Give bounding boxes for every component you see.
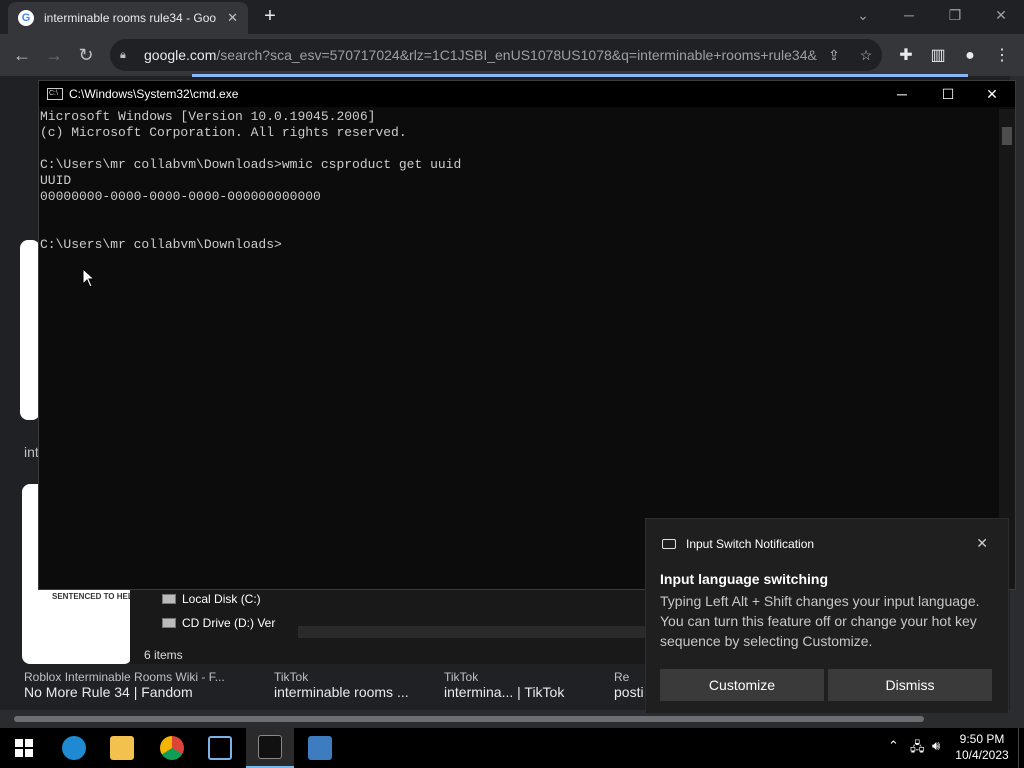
cmd-window[interactable]: C:\ C:\Windows\System32\cmd.exe ─ ☐ ✕ Mi… [38, 80, 1016, 590]
result-item[interactable]: TikTok interminable rooms ... [274, 670, 409, 700]
mouse-pointer-icon [82, 268, 94, 288]
cmd-close-button[interactable]: ✕ [969, 81, 1015, 107]
new-tab-button[interactable]: + [258, 4, 282, 28]
result-item[interactable]: Roblox Interminable Rooms Wiki - F... No… [24, 670, 225, 700]
drive-label: CD Drive (D:) Ver [182, 616, 276, 630]
toast-header: Input Switch Notification [662, 537, 814, 551]
result-source: Re [614, 670, 630, 684]
chrome-taskbar-button[interactable] [148, 728, 196, 768]
url-domain: google.com [144, 47, 217, 63]
menu-icon[interactable]: ⋮ [990, 44, 1014, 68]
tab-close-icon[interactable]: ✕ [227, 10, 238, 26]
toast-close-icon[interactable]: ✕ [976, 535, 988, 552]
cmd-title: C:\Windows\System32\cmd.exe [69, 87, 239, 101]
scrollbar-thumb[interactable] [14, 716, 924, 722]
star-icon[interactable]: ☆ [850, 47, 882, 64]
close-window-button[interactable]: ✕ [978, 0, 1024, 30]
explorer-hscrollbar[interactable] [298, 626, 646, 638]
result-source: TikTok [444, 670, 479, 684]
result-source: Roblox Interminable Rooms Wiki - F... [24, 670, 225, 684]
result-item[interactable]: TikTok intermina... | TikTok [444, 670, 564, 700]
drive-item[interactable]: CD Drive (D:) Ver [162, 616, 275, 630]
result-source: TikTok [274, 670, 309, 684]
edge-taskbar-button[interactable] [50, 728, 98, 768]
windows-logo-icon [15, 739, 33, 757]
google-favicon-icon: G [18, 10, 34, 26]
lock-icon[interactable]: 🔒︎ [120, 49, 134, 62]
address-bar[interactable]: 🔒︎ google.com/search?sca_esv=570717024&r… [110, 39, 882, 71]
reload-icon[interactable]: ↻ [73, 42, 99, 68]
folder-icon [110, 736, 134, 760]
load-progress-bar [192, 74, 968, 77]
result-title[interactable]: intermina... | TikTok [444, 684, 564, 700]
extensions-icon[interactable]: ✚ [894, 44, 918, 68]
chrome-icon [160, 736, 184, 760]
profile-icon[interactable]: ● [958, 44, 982, 68]
explorer-taskbar-button[interactable] [98, 728, 146, 768]
cmd-minimize-button[interactable]: ─ [879, 81, 925, 107]
toast-message: Typing Left Alt + Shift changes your inp… [660, 593, 980, 649]
chevron-up-icon[interactable]: ⌃ [888, 738, 899, 754]
customize-button[interactable]: Customize [660, 669, 824, 701]
cmd-icon: C:\ [47, 88, 63, 100]
sidepanel-icon[interactable]: ▥ [926, 44, 950, 68]
result-title[interactable]: posti [614, 684, 644, 700]
cd-drive-icon [162, 618, 176, 628]
show-desktop-button[interactable] [1018, 728, 1024, 768]
notification-toast: Input Switch Notification ✕ Input langua… [645, 518, 1009, 714]
cmd-taskbar-icon [258, 735, 282, 759]
url-path: /search?sca_esv=570717024&rlz=1C1JSBI_en… [216, 47, 818, 63]
tab-search-icon[interactable]: ⌄ [840, 0, 886, 30]
clock-time: 9:50 PM [959, 732, 1005, 746]
volume-icon[interactable]: 🔊︎ [932, 738, 940, 754]
cmd-maximize-button[interactable]: ☐ [925, 81, 971, 107]
system-clock[interactable]: 9:50 PM 10/4/2023 [946, 731, 1018, 763]
result-title[interactable]: interminable rooms ... [274, 684, 409, 700]
result-item[interactable]: Re posti [614, 670, 644, 700]
drive-item[interactable]: Local Disk (C:) [162, 592, 261, 606]
start-button[interactable] [0, 728, 48, 768]
app-taskbar-button[interactable] [296, 728, 344, 768]
cube-icon [208, 736, 232, 760]
result-thumbnail[interactable] [20, 240, 40, 420]
cmd-output[interactable]: Microsoft Windows [Version 10.0.19045.20… [39, 109, 999, 589]
forward-icon[interactable]: → [41, 42, 67, 68]
browser-tab[interactable]: G interminable rooms rule34 - Goo ✕ [8, 2, 248, 34]
cmd-taskbar-button[interactable] [246, 728, 294, 768]
app-icon [308, 736, 332, 760]
drive-icon [162, 594, 176, 604]
toast-title: Input language switching [660, 571, 828, 587]
cmd-title-bar[interactable]: C:\ C:\Windows\System32\cmd.exe [39, 81, 1015, 107]
keyboard-icon [662, 539, 676, 549]
edge-icon [62, 736, 86, 760]
network-icon[interactable]: 🖧︎ [910, 738, 925, 760]
result-snippet: int [24, 444, 39, 460]
tab-title: interminable rooms rule34 - Goo [44, 11, 217, 25]
cmd-scrollbar[interactable] [999, 109, 1015, 589]
share-icon[interactable]: ⇪ [818, 47, 850, 64]
minimize-button[interactable]: ─ [886, 0, 932, 30]
result-title[interactable]: No More Rule 34 | Fandom [24, 684, 225, 700]
scrollbar-thumb[interactable] [1002, 127, 1012, 145]
dismiss-button[interactable]: Dismiss [828, 669, 992, 701]
restore-button[interactable]: ❐ [932, 0, 978, 30]
status-bar-count: 6 items [144, 648, 183, 662]
clock-date: 10/4/2023 [955, 748, 1009, 762]
toast-app-name: Input Switch Notification [686, 537, 815, 551]
file-explorer-window: Local Disk (C:) CD Drive (D:) Ver 6 item… [130, 588, 646, 664]
back-icon[interactable]: ← [9, 42, 35, 68]
drive-label: Local Disk (C:) [182, 592, 261, 606]
3d-viewer-taskbar-button[interactable] [196, 728, 244, 768]
